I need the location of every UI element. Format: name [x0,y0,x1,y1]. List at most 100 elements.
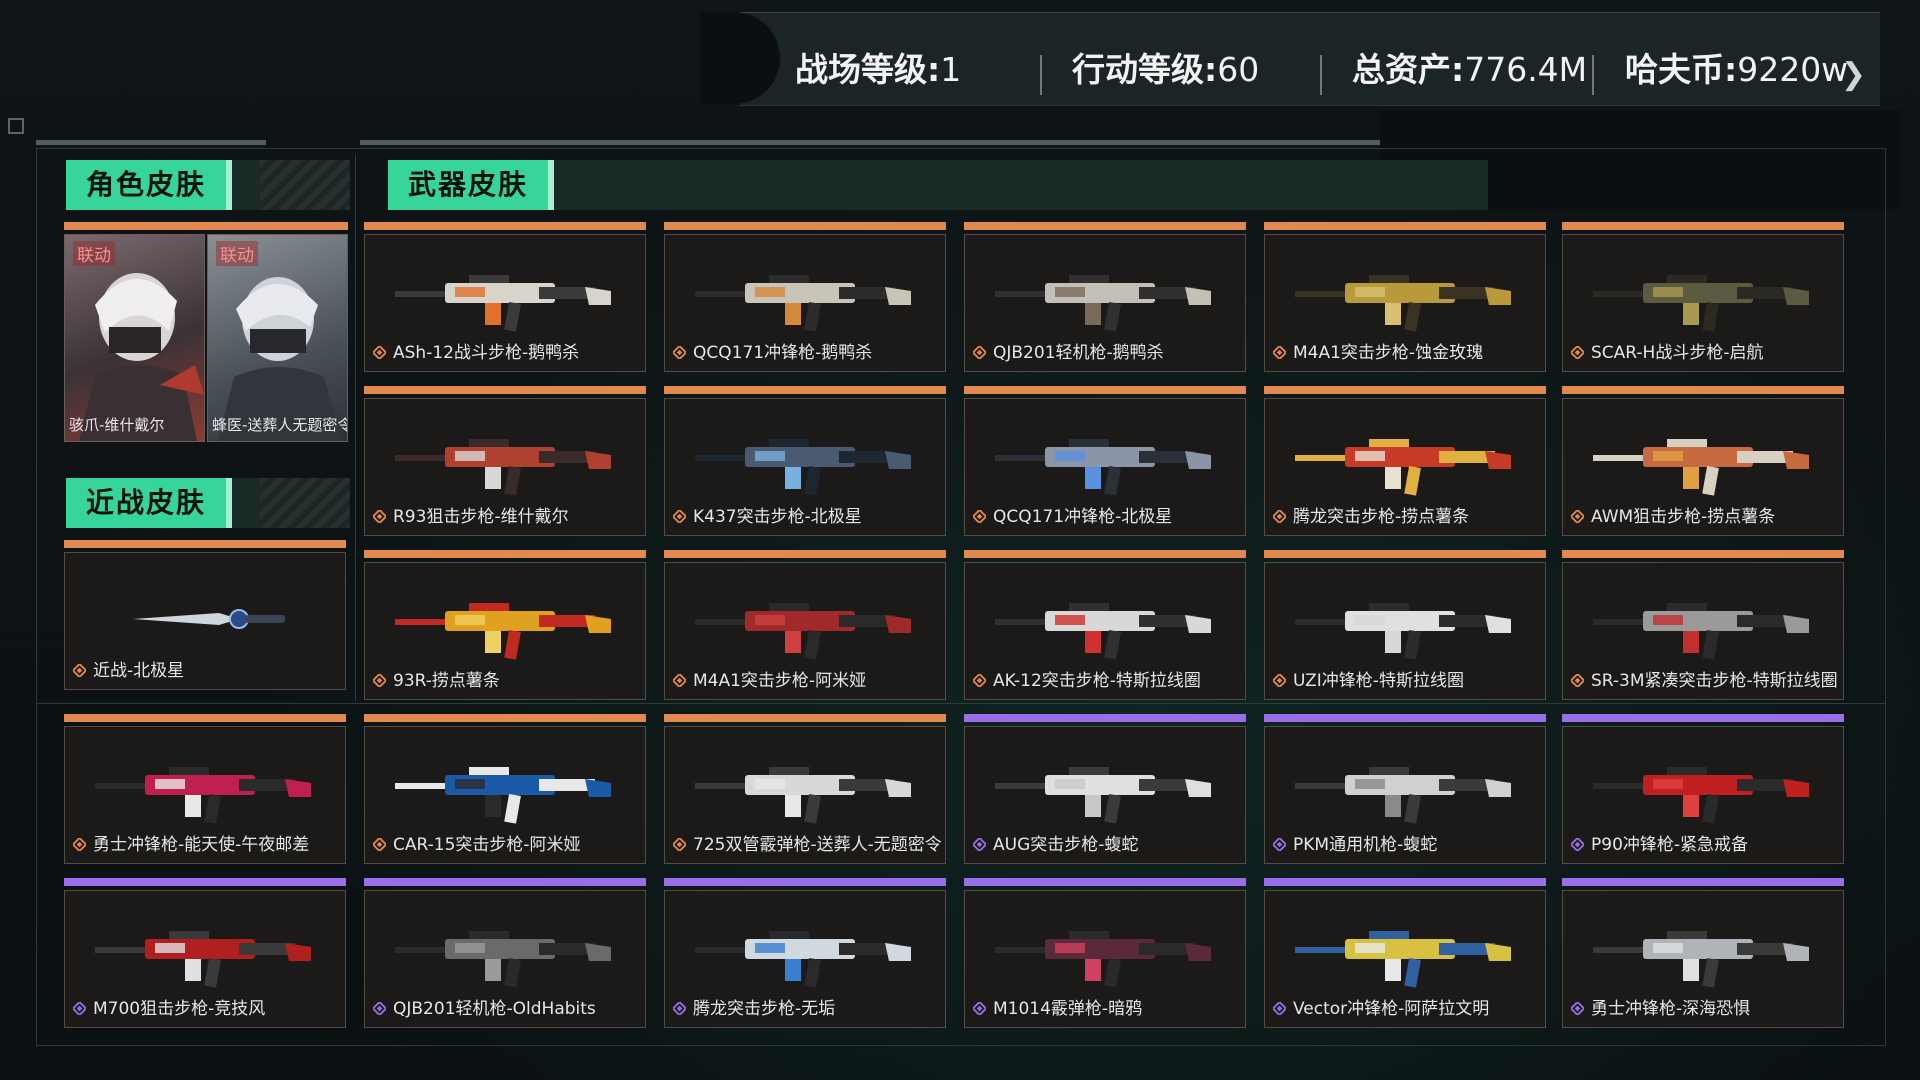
weapon-skin-card[interactable]: CAR-15突击步枪-阿米娅 [364,714,646,864]
weapon-skin-card[interactable]: AUG突击步枪-蝮蛇 [964,714,1246,864]
weapon-skin-card[interactable]: 腾龙突击步枪-捞点薯条 [1264,386,1546,536]
weapon-skin-card[interactable]: 勇士冲锋枪-能天使-午夜邮差 [64,714,346,864]
weapon-skin-card[interactable]: K437突击步枪-北极星 [664,386,946,536]
title-stripe [260,478,350,528]
rarity-bar [1264,714,1546,722]
divider [1040,55,1042,95]
skin-name: 93R-捞点薯条 [393,671,500,691]
role-skin-card[interactable]: 联动 骇爪-维什戴尔 联动 蜂医-送葬人无题密令 [64,222,348,442]
skin-name: M700狙击步枪-竞技风 [93,999,266,1019]
skin-name: QJB201轻机枪-OldHabits [393,999,596,1019]
weapon-image-icon [695,275,911,332]
weapon-skin-card[interactable]: QCQ171冲锋枪-鹅鸭杀 [664,222,946,372]
skin-name: K437突击步枪-北极星 [693,507,862,527]
card-frame: 腾龙突击步枪-无垢 [664,890,946,1028]
rarity-diamond-icon [73,838,86,851]
card-frame: 725双管霰弹枪-送葬人-无题密令 [664,726,946,864]
card-frame: AUG突击步枪-蝮蛇 [964,726,1246,864]
role-skin-name: 骇爪-维什戴尔 [69,416,165,434]
role-portrait[interactable]: 联动 骇爪-维什戴尔 [64,234,205,442]
weapon-skin-card[interactable]: SCAR-H战斗步枪-启航 [1562,222,1844,372]
weapon-image-icon [995,275,1211,332]
card-frame: SR-3M紧凑突击步枪-特斯拉线圈 [1562,562,1844,700]
weapon-skin-card[interactable]: PKM通用机枪-蝮蛇 [1264,714,1546,864]
rarity-bar [364,386,646,394]
weapon-skin-card[interactable]: M700狙击步枪-竞技风 [64,878,346,1028]
weapon-skin-card[interactable]: 腾龙突击步枪-无垢 [664,878,946,1028]
collab-tag: 联动 [73,241,115,266]
rarity-bar [964,386,1246,394]
skin-name: UZI冲锋枪-特斯拉线圈 [1293,671,1464,691]
card-frame: QCQ171冲锋枪-北极星 [964,398,1246,536]
melee-skin-card[interactable]: 近战-北极星 [64,540,346,690]
weapon-image-icon [695,767,911,824]
weapon-skin-card[interactable]: QCQ171冲锋枪-北极星 [964,386,1246,536]
chevron-right-icon[interactable]: ❯ [1841,57,1866,92]
role-portrait[interactable]: 联动 蜂医-送葬人无题密令 [207,234,348,442]
card-frame: SCAR-H战斗步枪-启航 [1562,234,1844,372]
rarity-bar [964,878,1246,886]
skin-name: 近战-北极星 [93,661,185,681]
weapon-skin-card[interactable]: AK-12突击步枪-特斯拉线圈 [964,550,1246,700]
rarity-diamond-icon [673,510,686,523]
card-frame: CAR-15突击步枪-阿米娅 [364,726,646,864]
rarity-bar [364,714,646,722]
weapon-image-icon [695,931,911,988]
weapon-skin-card[interactable]: SR-3M紧凑突击步枪-特斯拉线圈 [1562,550,1844,700]
weapon-skin-card[interactable]: M4A1突击步枪-蚀金玫瑰 [1264,222,1546,372]
weapon-image-icon [695,603,911,660]
rarity-diamond-icon [1273,674,1286,687]
rarity-diamond-icon [1273,510,1286,523]
skin-name: ASh-12战斗步枪-鹅鸭杀 [393,343,580,363]
weapon-skin-card[interactable]: UZI冲锋枪-特斯拉线圈 [1264,550,1546,700]
weapon-skin-card[interactable]: QJB201轻机枪-鹅鸭杀 [964,222,1246,372]
weapon-skin-card[interactable]: 725双管霰弹枪-送葬人-无题密令 [664,714,946,864]
weapon-image-icon [995,767,1211,824]
stats-bar: 战场等级:1 行动等级:60 总资产:776.4M 哈夫币:9220w ❯ [740,12,1880,106]
rarity-diamond-icon [373,674,386,687]
rarity-diamond-icon [1571,346,1584,359]
skin-name: Vector冲锋枪-阿萨拉文明 [1293,999,1490,1019]
skin-name: R93狙击步枪-维什戴尔 [393,507,569,527]
rarity-diamond-icon [973,838,986,851]
collab-tag: 联动 [216,241,258,266]
weapon-skin-card[interactable]: Vector冲锋枪-阿萨拉文明 [1264,878,1546,1028]
section-title-melee: 近战皮肤 [66,478,233,528]
rarity-diamond-icon [673,1002,686,1015]
rarity-bar [1264,878,1546,886]
weapon-image-icon [395,275,611,332]
divider [1592,55,1594,95]
rarity-bar [364,550,646,558]
card-frame: M4A1突击步枪-蚀金玫瑰 [1264,234,1546,372]
skin-name: 腾龙突击步枪-捞点薯条 [1293,507,1470,527]
weapon-image-icon [995,439,1211,496]
weapon-skin-card[interactable]: P90冲锋枪-紧急戒备 [1562,714,1844,864]
weapon-image-icon [1593,767,1809,824]
weapon-image-icon [1593,603,1809,660]
section-title-role: 角色皮肤 [66,160,233,210]
weapon-skin-card[interactable]: 勇士冲锋枪-深海恐惧 [1562,878,1844,1028]
card-frame: ASh-12战斗步枪-鹅鸭杀 [364,234,646,372]
rarity-diamond-icon [1273,1002,1286,1015]
weapon-skin-card[interactable]: R93狙击步枪-维什戴尔 [364,386,646,536]
section-melee-skins: 近战皮肤 [66,478,350,528]
card-frame: 93R-捞点薯条 [364,562,646,700]
rarity-diamond-icon [973,510,986,523]
weapon-image-icon [395,767,611,824]
weapon-skin-card[interactable]: M4A1突击步枪-阿米娅 [664,550,946,700]
weapon-skin-card[interactable]: AWM狙击步枪-捞点薯条 [1562,386,1844,536]
title-stripe [260,160,350,210]
rarity-bar [1562,878,1844,886]
tab-underline [36,140,266,145]
weapon-image-icon [395,603,611,660]
weapon-skin-card[interactable]: M1014霰弹枪-暗鸦 [964,878,1246,1028]
skin-name: QJB201轻机枪-鹅鸭杀 [993,343,1164,363]
card-frame: 勇士冲锋枪-深海恐惧 [1562,890,1844,1028]
skin-name: AK-12突击步枪-特斯拉线圈 [993,671,1201,691]
rarity-diamond-icon [73,664,86,677]
weapon-skin-card[interactable]: QJB201轻机枪-OldHabits [364,878,646,1028]
weapon-skin-card[interactable]: 93R-捞点薯条 [364,550,646,700]
card-frame: M4A1突击步枪-阿米娅 [664,562,946,700]
weapon-skin-card[interactable]: ASh-12战斗步枪-鹅鸭杀 [364,222,646,372]
stat-battlefield-level: 战场等级:1 [795,50,962,89]
